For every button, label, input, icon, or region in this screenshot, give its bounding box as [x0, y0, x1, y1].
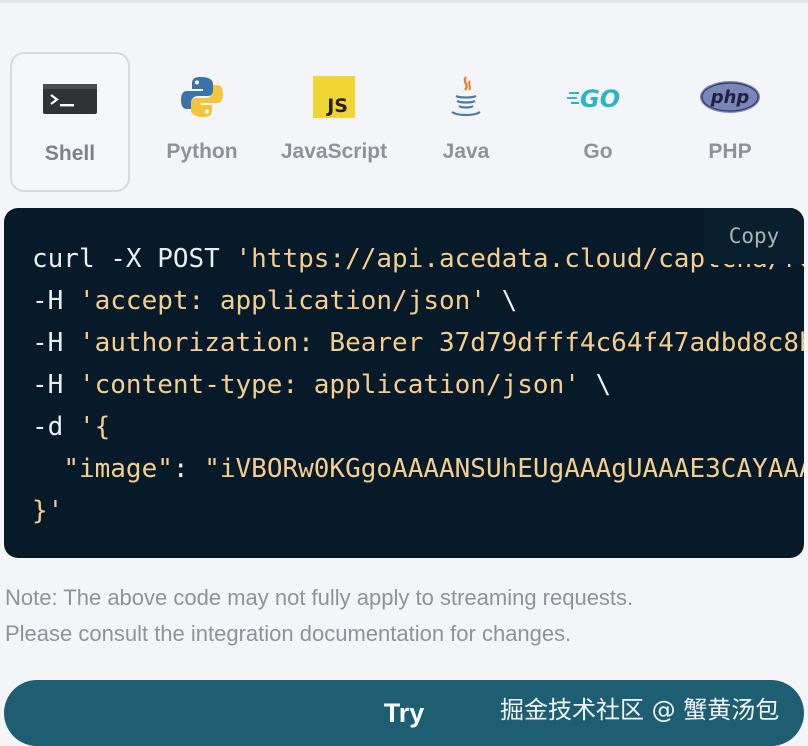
java-logo-icon	[406, 74, 526, 120]
code-line: curl -X POST 'https://api.acedata.cloud/…	[32, 244, 804, 274]
code-line: "image": "iVBORw0KGgoAAAANSUhEUgAAAgUAAA…	[63, 454, 804, 484]
tab-label: Python	[166, 140, 238, 163]
note-line: Please consult the integration documenta…	[5, 621, 572, 646]
code-line: -H 'content-type: application/json' \	[32, 370, 612, 400]
tab-label: PHP	[708, 140, 752, 163]
tab-label: Java	[442, 140, 490, 163]
try-button[interactable]: Try	[4, 680, 804, 746]
svg-text:JS: JS	[325, 95, 348, 117]
code-line: }'	[32, 496, 64, 526]
tab-javascript[interactable]: JS JavaScript	[274, 52, 394, 192]
php-logo-icon: php	[670, 74, 790, 120]
tab-python[interactable]: Python	[142, 52, 262, 192]
svg-text:php: php	[710, 87, 750, 108]
code-line: -d '{	[32, 412, 111, 442]
python-logo-icon	[142, 74, 262, 120]
tab-label: Go	[583, 140, 613, 163]
javascript-logo-icon: JS	[274, 74, 394, 120]
tab-java[interactable]: Java	[406, 52, 526, 192]
code-line: -H 'accept: application/json' \	[32, 286, 518, 316]
tab-php[interactable]: php PHP	[670, 52, 790, 192]
copy-button[interactable]: Copy	[704, 208, 804, 264]
code-snippet[interactable]: curl -X POST 'https://api.acedata.cloud/…	[32, 238, 804, 532]
top-divider	[0, 0, 808, 3]
go-logo-icon: GO	[538, 74, 658, 120]
tab-shell[interactable]: Shell	[10, 52, 130, 192]
svg-text:GO: GO	[580, 85, 620, 112]
code-line: -H 'authorization: Bearer 37d79dfff4c64f…	[32, 328, 804, 358]
streaming-note: Note: The above code may not fully apply…	[5, 580, 795, 652]
language-tabs: Shell Python JS JavaScript Java GO Go ph…	[10, 52, 800, 192]
tab-label: JavaScript	[280, 140, 388, 163]
code-block: curl -X POST 'https://api.acedata.cloud/…	[4, 208, 804, 558]
try-button-label: Try	[383, 698, 425, 728]
note-line: Note: The above code may not fully apply…	[5, 585, 634, 610]
terminal-icon	[12, 76, 128, 122]
tab-label: Shell	[44, 142, 96, 165]
tab-go[interactable]: GO Go	[538, 52, 658, 192]
